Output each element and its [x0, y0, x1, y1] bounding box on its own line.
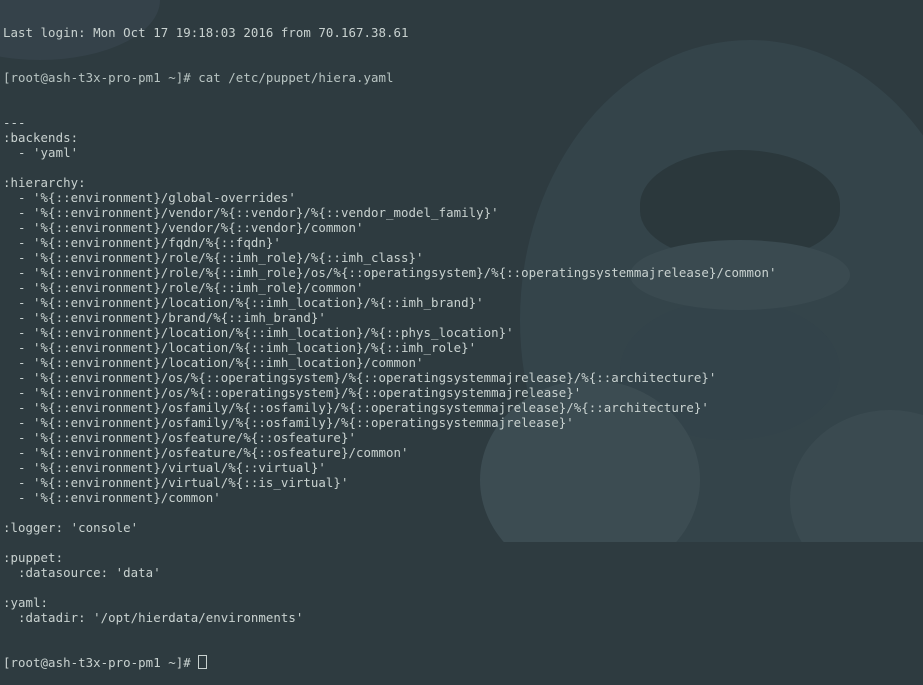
output-line: - '%{::environment}/common' — [3, 490, 221, 505]
output-line: - '%{::environment}/location/%{::imh_loc… — [3, 340, 477, 355]
output-line: - '%{::environment}/vendor/%{::vendor}/c… — [3, 220, 364, 235]
final-prompt-text: [root@ash-t3x-pro-pm1 ~]# — [3, 655, 199, 670]
output-line: :datasource: 'data' — [3, 565, 161, 580]
output-line: - '%{::environment}/osfeature/%{::osfeat… — [3, 430, 356, 445]
terminal-window[interactable]: Last login: Mon Oct 17 19:18:03 2016 fro… — [3, 0, 923, 670]
output-line: - '%{::environment}/virtual/%{::virtual}… — [3, 460, 326, 475]
output-line: - '%{::environment}/osfamily/%{::osfamil… — [3, 400, 709, 415]
output-line: :hierarchy: — [3, 175, 86, 190]
output-line: :logger: 'console' — [3, 520, 139, 535]
output-line: - '%{::environment}/osfamily/%{::osfamil… — [3, 415, 574, 430]
output-line: - '%{::environment}/role/%{::imh_role}/%… — [3, 250, 424, 265]
terminal-line-cutoff: Last login: Mon Oct 17 19:18:03 2016 fro… — [3, 25, 409, 40]
output-line: - '%{::environment}/os/%{::operatingsyst… — [3, 370, 717, 385]
output-line: - '%{::environment}/brand/%{::imh_brand}… — [3, 310, 326, 325]
output-line: - '%{::environment}/vendor/%{::vendor}/%… — [3, 205, 499, 220]
output-line: - '%{::environment}/location/%{::imh_loc… — [3, 295, 484, 310]
output-line: :backends: — [3, 130, 79, 145]
command-output: ---:backends: - 'yaml' :hierarchy: - '%{:… — [3, 115, 923, 625]
output-line: - '%{::environment}/virtual/%{::is_virtu… — [3, 475, 349, 490]
final-prompt-line[interactable]: [root@ash-t3x-pro-pm1 ~]# — [3, 655, 923, 670]
output-line: - 'yaml' — [3, 145, 79, 160]
output-line: - '%{::environment}/role/%{::imh_role}/o… — [3, 265, 777, 280]
output-line: - '%{::environment}/osfeature/%{::osfeat… — [3, 445, 409, 460]
cursor-block — [198, 655, 208, 669]
output-line: :yaml: — [3, 595, 49, 610]
output-line: - '%{::environment}/global-overrides' — [3, 190, 296, 205]
output-line: - '%{::environment}/fqdn/%{::fqdn}' — [3, 235, 281, 250]
output-line: - '%{::environment}/os/%{::operatingsyst… — [3, 385, 582, 400]
output-line: - '%{::environment}/location/%{::imh_loc… — [3, 325, 514, 340]
output-line: :datadir: '/opt/hierdata/environments' — [3, 610, 304, 625]
output-line: - '%{::environment}/location/%{::imh_loc… — [3, 355, 424, 370]
command-prompt-line: [root@ash-t3x-pro-pm1 ~]# cat /etc/puppe… — [3, 70, 394, 85]
output-line: - '%{::environment}/role/%{::imh_role}/c… — [3, 280, 364, 295]
output-line: --- — [3, 115, 26, 130]
output-line: :puppet: — [3, 550, 64, 565]
